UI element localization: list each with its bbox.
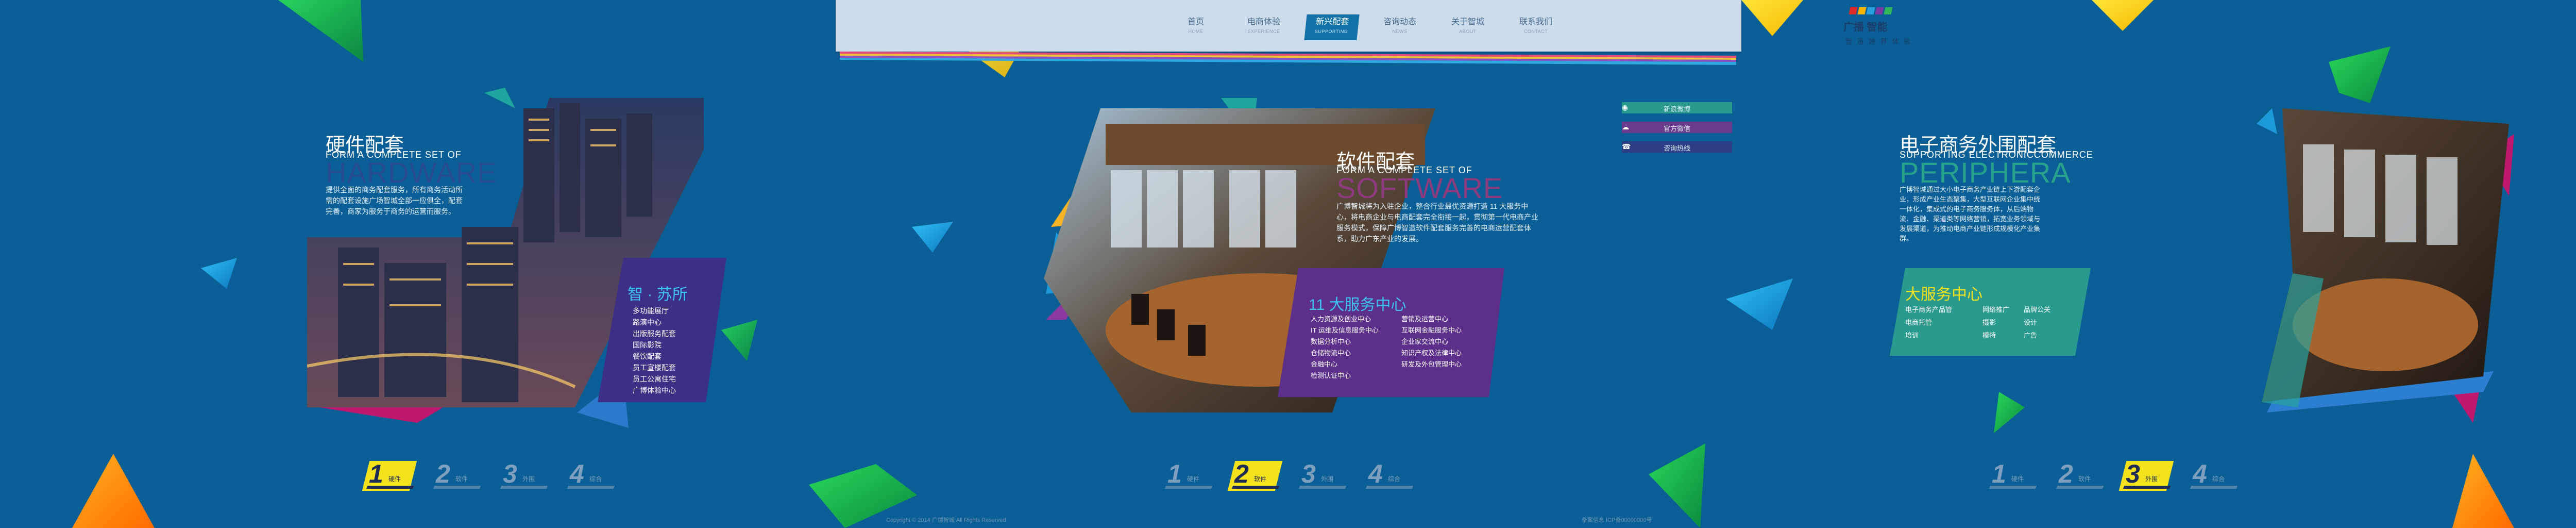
step-number: 1 xyxy=(1167,459,1182,488)
step-bar xyxy=(567,486,615,489)
list-item: 出版服务配套 xyxy=(633,329,676,338)
step-3[interactable]: 3 外围 xyxy=(500,459,549,490)
step-number: 4 xyxy=(570,459,584,488)
step-label: 硬件 xyxy=(2011,475,2024,483)
list-item: 营销及运营中心 xyxy=(1401,315,1449,323)
step-number: 2 xyxy=(2059,459,2073,488)
step-number: 3 xyxy=(2126,459,2140,488)
list-item: 知识产权及法律中心 xyxy=(1401,349,1462,357)
list-item: 互联网金融服务中心 xyxy=(1401,326,1462,334)
grid-item: 电商托管 xyxy=(1905,319,1933,326)
panel-periphera: 电子商务外围配套 SUPPORTING ELECTRONICCOMMERCE P… xyxy=(1582,0,2576,528)
step-number: 4 xyxy=(2193,459,2207,488)
step-1[interactable]: 1 硬件 xyxy=(362,459,417,491)
step-number: 3 xyxy=(1301,459,1316,488)
list-item: 仓储物流中心 xyxy=(1311,349,1351,357)
step-number: 4 xyxy=(1368,459,1383,488)
step-bar xyxy=(500,486,548,489)
list-item: 餐饮配套 xyxy=(633,352,662,360)
footer-icp: 备案信息 ICP备00000000号 xyxy=(1582,517,1652,523)
box-list: 多功能展厅 路演中心 出版服务配套 国际影院 餐饮配套 员工宣楼配套 员工公寓住… xyxy=(633,305,676,396)
list-item: 企业家交流中心 xyxy=(1401,338,1449,345)
step-2[interactable]: 2 软件 xyxy=(433,459,482,490)
step-4[interactable]: 4 综合 xyxy=(1365,459,1415,490)
list-item: 员工宣楼配套 xyxy=(633,364,676,372)
step-label: 综合 xyxy=(1388,475,1401,483)
step-label: 综合 xyxy=(2212,475,2225,483)
list-item: 人力资源及创业中心 xyxy=(1311,315,1371,323)
list-item: 金融中心 xyxy=(1311,360,1338,368)
footer-copyright: Copyright © 2014 广博智城 All Rights Reserve… xyxy=(886,517,1006,523)
step-number: 1 xyxy=(1992,459,2006,488)
periphera-service-box: 大服务中心 电子商务产品管 网络推广 品牌公关 电商托管 摄影 设计 培训 模特… xyxy=(1890,268,2091,356)
step-indicator: 1 硬件 2 软件 3 外围 4 综合 xyxy=(1989,459,2239,491)
step-bar xyxy=(1989,486,2037,489)
step-label: 软件 xyxy=(2078,475,2091,483)
grid-item: 培训 xyxy=(1905,332,1919,339)
step-indicator: 1 硬件 2 软件 3 外围 4 综合 xyxy=(362,459,616,491)
software-service-box: 11 大服务中心 人力资源及创业中心 IT 运维及信息服务中心 数据分析中心 仓… xyxy=(1278,268,1504,397)
step-label: 外围 xyxy=(2145,475,2158,483)
grid-item: 模特 xyxy=(1982,332,1996,339)
step-number: 2 xyxy=(1234,459,1249,488)
step-label: 外围 xyxy=(522,475,535,483)
step-bar xyxy=(366,486,414,489)
step-4[interactable]: 4 综合 xyxy=(2190,459,2239,490)
step-2[interactable]: 2 软件 xyxy=(1227,459,1283,491)
list-item: 数据分析中心 xyxy=(1311,338,1351,345)
list-item: 研发及外包管理中心 xyxy=(1401,360,1462,368)
hardware-description: 提供全面的商务配套服务，所有商务活动所需的配套设施广场智城全部一应俱全，配套完善… xyxy=(326,186,463,216)
step-bar xyxy=(433,486,481,489)
step-label: 软件 xyxy=(455,475,468,483)
box-grid: 电子商务产品管 网络推广 品牌公关 电商托管 摄影 设计 培训 模特 广告 xyxy=(1905,304,2065,340)
step-3[interactable]: 3 外围 xyxy=(1298,459,1348,490)
step-label: 综合 xyxy=(589,475,602,483)
periphera-photo xyxy=(2262,108,2509,407)
list-item: IT 运维及信息服务中心 xyxy=(1311,326,1379,334)
box-list-right: 营销及运营中心 互联网金融服务中心 企业家交流中心 知识产权及法律中心 研发及外… xyxy=(1401,314,1462,370)
box-title: 大服务中心 xyxy=(1905,286,1982,303)
step-4[interactable]: 4 综合 xyxy=(567,459,616,490)
step-bar xyxy=(1298,486,1347,489)
step-number: 1 xyxy=(369,459,383,488)
step-label: 硬件 xyxy=(388,475,401,483)
list-item: 广博体验中心 xyxy=(633,386,676,394)
list-item: 国际影院 xyxy=(633,341,662,349)
software-big-en: SOFTWARE xyxy=(1336,172,1503,204)
step-bar xyxy=(2056,486,2104,489)
box-title: 智 · 苏所 xyxy=(628,286,688,303)
step-indicator: 1 硬件 2 软件 3 外围 4 综合 xyxy=(1164,459,1415,491)
list-item: 路演中心 xyxy=(633,318,662,326)
step-label: 硬件 xyxy=(1187,475,1200,483)
panel-hardware: 硬件配套 FORM A COMPLETE SET OF HARDWARE 提供全… xyxy=(0,0,824,528)
step-bar xyxy=(1365,486,1414,489)
step-bar xyxy=(2123,486,2171,489)
step-label: 软件 xyxy=(1254,475,1267,483)
grid-item: 品牌公关 xyxy=(2024,306,2051,314)
step-number: 2 xyxy=(436,459,450,488)
hardware-service-box: 智 · 苏所 多功能展厅 路演中心 出版服务配套 国际影院 餐饮配套 员工宣楼配… xyxy=(598,258,726,402)
periphera-description: 广博智城通过大小电子商务产业链上下游配套企业，形成产业生态聚集，大型互联网企业集… xyxy=(1900,186,2041,242)
step-label: 外围 xyxy=(1321,475,1334,483)
grid-item: 摄影 xyxy=(1982,319,1996,326)
software-description: 广博智城将为入驻企业，整合行业最优资源打造 11 大服务中心，将电商企业与电商配… xyxy=(1336,202,1538,243)
grid-item: 电子商务产品管 xyxy=(1905,306,1953,314)
step-bar xyxy=(1164,486,1213,489)
box-list-left: 人力资源及创业中心 IT 运维及信息服务中心 数据分析中心 仓储物流中心 金融中… xyxy=(1311,314,1379,382)
step-bar xyxy=(2190,486,2238,489)
box-title: 11 大服务中心 xyxy=(1309,296,1406,314)
list-item: 员工公寓住宅 xyxy=(633,375,676,383)
list-item: 检测认证中心 xyxy=(1311,372,1351,380)
step-2[interactable]: 2 软件 xyxy=(2056,459,2105,490)
list-item: 多功能展厅 xyxy=(633,307,669,315)
step-1[interactable]: 1 硬件 xyxy=(1989,459,2038,490)
grid-item: 广告 xyxy=(2024,332,2038,339)
step-1[interactable]: 1 硬件 xyxy=(1164,459,1214,490)
grid-item: 网络推广 xyxy=(1982,306,2010,314)
panel-software: 软件配套 FORM A COMPLETE SET OF SOFTWARE 广博智… xyxy=(824,0,1752,528)
step-bar xyxy=(1231,486,1280,489)
step-3[interactable]: 3 外围 xyxy=(2119,459,2174,491)
step-number: 3 xyxy=(503,459,517,488)
grid-item: 设计 xyxy=(2024,319,2038,326)
